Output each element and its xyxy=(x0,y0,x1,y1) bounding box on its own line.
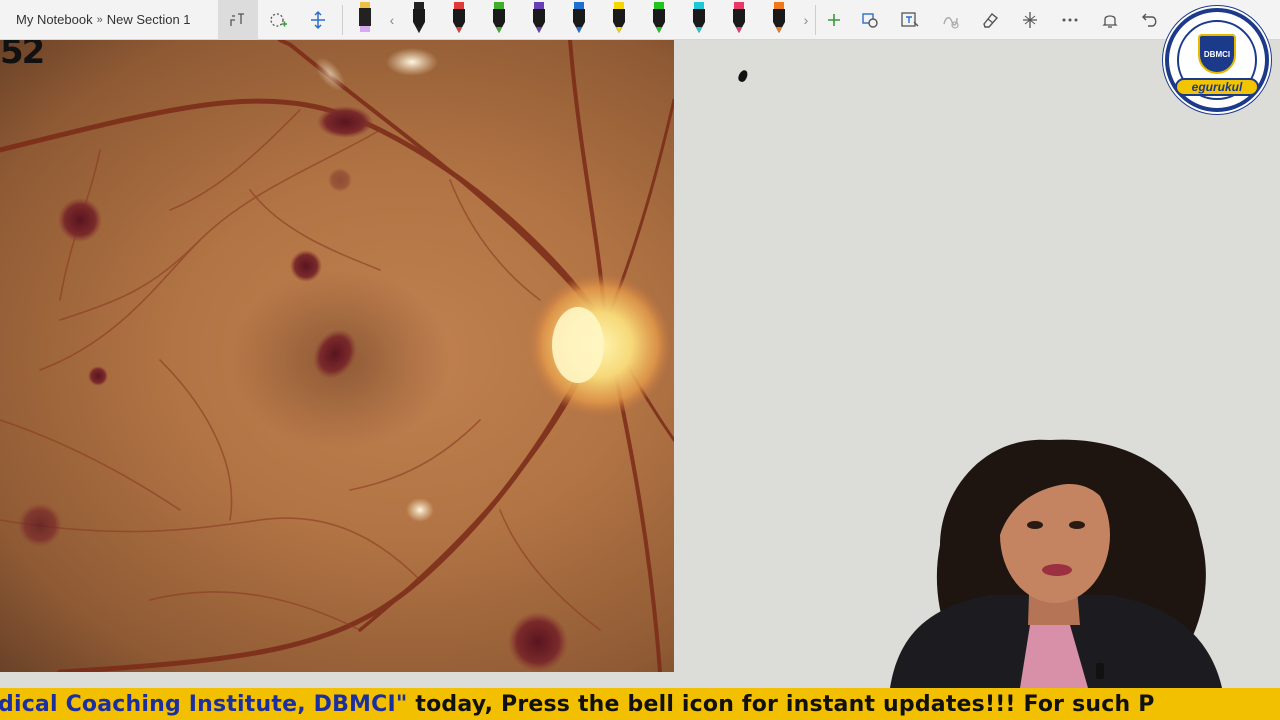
page-canvas[interactable]: 52 DBMCI egurukul xyxy=(0,8,1280,688)
lasso-select-icon xyxy=(230,12,244,26)
notifications-button[interactable] xyxy=(1090,0,1130,40)
add-space-button[interactable] xyxy=(298,0,338,40)
logo-shield: DBMCI xyxy=(1198,34,1236,74)
pen-8[interactable] xyxy=(679,0,719,40)
news-ticker: dical Coaching Institute, DBMCI" today, … xyxy=(0,688,1280,720)
pen-scroll-left-icon[interactable]: ‹ xyxy=(385,12,399,28)
notifications-icon xyxy=(1102,14,1118,28)
eraser-button[interactable] xyxy=(970,0,1010,40)
add-space-icon xyxy=(311,10,325,29)
ink-to-shape-button[interactable] xyxy=(258,0,298,40)
breadcrumb-section[interactable]: New Section 1 xyxy=(107,12,191,27)
ink-to-text-button[interactable] xyxy=(890,0,930,40)
undo-button[interactable] xyxy=(1130,0,1170,40)
highlighter-pen[interactable] xyxy=(345,0,385,40)
pen-gallery: ‹ › xyxy=(342,1,816,35)
pen-icon xyxy=(453,1,465,33)
pen-6[interactable] xyxy=(599,0,639,40)
pen-icon xyxy=(573,1,585,33)
pen-icon xyxy=(493,1,505,33)
eraser-icon xyxy=(983,12,999,28)
dbmci-egurukul-logo: DBMCI egurukul xyxy=(1165,8,1269,112)
presenter-figure xyxy=(890,439,1222,688)
breadcrumb: My Notebook » New Section 1 xyxy=(0,12,218,27)
pen-4[interactable] xyxy=(519,0,559,40)
more-icon xyxy=(1062,18,1078,21)
shapes-icon xyxy=(862,12,878,28)
retina-image xyxy=(0,40,674,672)
pen-list xyxy=(399,0,799,40)
ink-stroke-dot[interactable] xyxy=(736,68,750,84)
pen-icon xyxy=(653,1,665,33)
pen-5[interactable] xyxy=(559,0,599,40)
pen-icon xyxy=(773,1,785,33)
ruler-button[interactable] xyxy=(1010,0,1050,40)
pen-icon xyxy=(733,1,745,33)
pen-icon xyxy=(693,1,705,33)
more-button[interactable] xyxy=(1050,0,1090,40)
ticker-part-cta: today, Press the bell icon for instant u… xyxy=(407,691,1155,717)
undo-icon xyxy=(1142,13,1157,27)
pen-icon xyxy=(533,1,545,33)
ruler-icon xyxy=(1023,11,1037,28)
fundus-photograph: 52 xyxy=(0,40,674,672)
pen-10[interactable] xyxy=(759,0,799,40)
highlighter-icon xyxy=(359,1,371,32)
ink-replay-icon xyxy=(943,16,959,29)
pen-scroll-right-icon[interactable]: › xyxy=(799,12,813,28)
pen-icon xyxy=(413,1,425,33)
pen-3[interactable] xyxy=(479,0,519,40)
toolbar-right-group xyxy=(826,0,1210,40)
pen-icon xyxy=(613,1,625,33)
shapes-button[interactable] xyxy=(850,0,890,40)
presenter-video xyxy=(870,395,1230,688)
add-pen-button[interactable] xyxy=(818,0,850,40)
lasso-select-button[interactable] xyxy=(218,0,258,40)
breadcrumb-separator: » xyxy=(96,13,103,26)
ink-to-text-icon xyxy=(901,11,919,27)
pen-2[interactable] xyxy=(439,0,479,40)
breadcrumb-notebook[interactable]: My Notebook xyxy=(16,12,93,27)
slide-number-fragment: 52 xyxy=(0,40,45,72)
pen-7[interactable] xyxy=(639,0,679,40)
pen-9[interactable] xyxy=(719,0,759,40)
logo-band: egurukul xyxy=(1175,78,1259,96)
ticker-text: dical Coaching Institute, DBMCI" today, … xyxy=(0,692,1155,717)
add-pen-icon xyxy=(828,13,840,26)
ribbon-toolbar: My Notebook » New Section 1 ‹ › xyxy=(0,0,1280,40)
ink-to-shape-icon xyxy=(270,12,287,27)
pen-1[interactable] xyxy=(399,0,439,40)
ink-replay-button[interactable] xyxy=(930,0,970,40)
ticker-part-institute: dical Coaching Institute, DBMCI" xyxy=(0,691,408,717)
